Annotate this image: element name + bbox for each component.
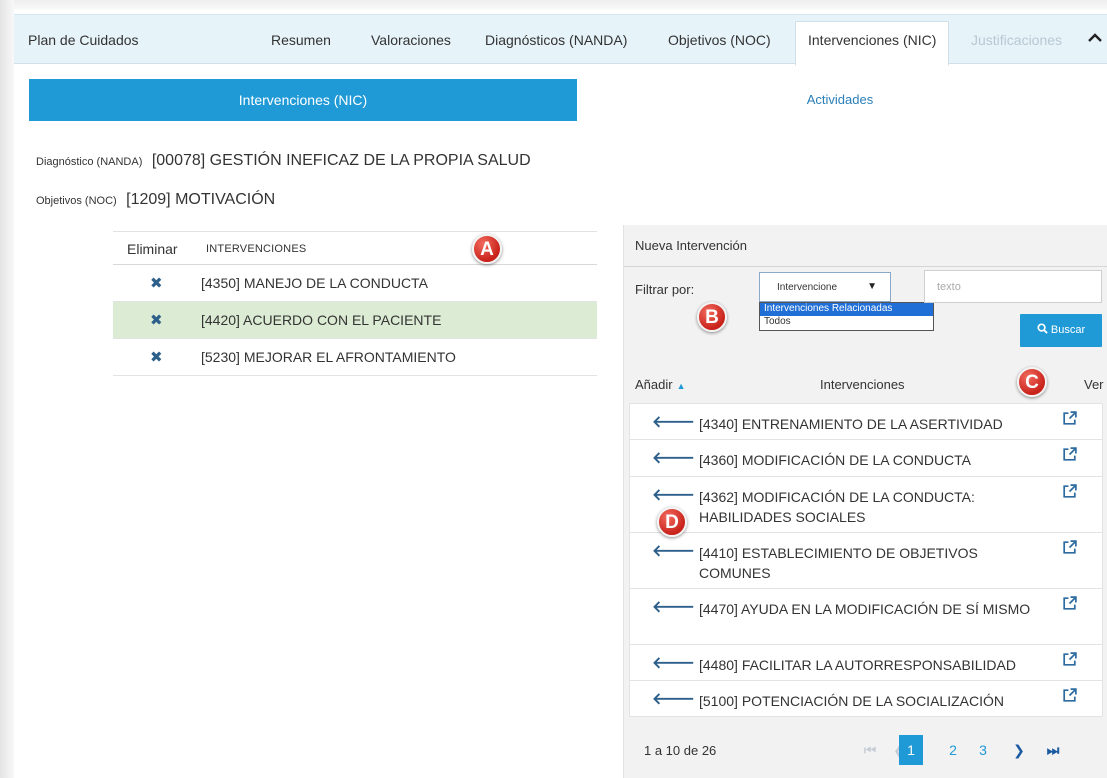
tab-resumen[interactable]: Resumen	[271, 32, 331, 48]
intervention-name: [5100] POTENCIACIÓN DE LA SOCIALIZACIÓN	[699, 693, 1004, 709]
external-link-icon[interactable]	[1061, 410, 1078, 427]
arrow-left-icon[interactable]: 🡐	[652, 600, 695, 616]
diagnosis-label: Diagnóstico (NANDA)	[36, 156, 143, 168]
select-value: Intervencione	[777, 282, 838, 293]
subtab-intervenciones[interactable]: Intervenciones (NIC)	[29, 79, 577, 121]
arrow-left-icon[interactable]: 🡐	[652, 544, 695, 560]
diagnosis-line: Diagnóstico (NANDA) [00078] GESTIÓN INEF…	[36, 152, 531, 170]
external-link-icon[interactable]	[1061, 651, 1078, 668]
times-icon[interactable]: ✖	[150, 274, 163, 292]
caret-down-icon: ▼	[867, 281, 877, 292]
page-1[interactable]: 1	[899, 735, 923, 765]
tab-valoraciones[interactable]: Valoraciones	[371, 32, 451, 48]
divider	[624, 266, 1107, 267]
table-header: Eliminar INTERVENCIONES	[113, 231, 597, 265]
table-row[interactable]: ✖ [4420] ACUERDO CON EL PACIENTE	[113, 302, 597, 339]
intervention-name: [4480] FACILITAR LA AUTORRESPONSABILIDAD	[699, 657, 1016, 673]
arrow-left-icon[interactable]: 🡐	[652, 656, 695, 672]
header-eliminar: Eliminar	[127, 241, 178, 257]
search-button-label: Buscar	[1050, 324, 1086, 336]
filter-label: Filtrar por:	[635, 282, 695, 297]
table-row[interactable]: 🡐 [5100] POTENCIACIÓN DE LA SOCIALIZACIÓ…	[629, 680, 1103, 717]
arrow-left-icon[interactable]: 🡐	[652, 451, 695, 467]
filter-dropdown: Intervenciones Relacionadas Todos	[759, 302, 934, 331]
table-row[interactable]: 🡐 [4410] ESTABLECIMIENTO DE OBJETIVOS CO…	[629, 532, 1103, 589]
annotation-marker-a: A	[472, 234, 502, 264]
tab-justificaciones[interactable]: Justificaciones	[971, 32, 1062, 48]
external-link-icon[interactable]	[1061, 595, 1078, 612]
search-button[interactable]: Buscar	[1020, 314, 1102, 347]
top-shadow	[0, 0, 1107, 10]
tab-intervenciones[interactable]: Intervenciones (NIC)	[795, 21, 950, 66]
care-plan-title: Plan de Cuidados	[28, 32, 139, 48]
subtab-actividades[interactable]: Actividades	[580, 79, 1100, 121]
header-interventions: Intervenciones	[820, 377, 905, 392]
current-interventions-table: Eliminar INTERVENCIONES ✖ [4350] MANEJO …	[113, 231, 597, 376]
tab-diagnosticos[interactable]: Diagnósticos (NANDA)	[485, 32, 627, 48]
table-row[interactable]: 🡐 [4360] MODIFICACIÓN DE LA CONDUCTA	[629, 439, 1103, 477]
last-page-icon[interactable]: ⏭	[1041, 735, 1065, 765]
table-row[interactable]: 🡐 [4480] FACILITAR LA AUTORRESPONSABILID…	[629, 644, 1103, 681]
first-page-icon[interactable]: ⏮	[858, 735, 882, 765]
search-text-input[interactable]: texto	[924, 270, 1102, 303]
sort-asc-icon: ▲	[676, 381, 686, 391]
objective-value: [1209] MOTIVACIÓN	[126, 191, 276, 208]
external-link-icon[interactable]	[1061, 446, 1078, 463]
annotation-marker-c: C	[1017, 367, 1047, 397]
annotation-marker-d: D	[657, 507, 687, 537]
table-row[interactable]: 🡐 [4362] MODIFICACIÓN DE LA CONDUCTA: HA…	[629, 476, 1103, 533]
table-row[interactable]: ✖ [4350] MANEJO DE LA CONDUCTA	[113, 265, 597, 302]
intervention-name: [4350] MANEJO DE LA CONDUCTA	[201, 275, 428, 291]
external-link-icon[interactable]	[1061, 483, 1078, 500]
intervention-name: [5230] MEJORAR EL AFRONTAMIENTO	[201, 349, 456, 365]
intervention-name: [4470] AYUDA EN LA MODIFICACIÓN DE SÍ MI…	[699, 601, 1031, 617]
intervention-name: [4420] ACUERDO CON EL PACIENTE	[201, 312, 442, 328]
times-icon[interactable]: ✖	[150, 311, 163, 329]
annotation-marker-b: B	[697, 302, 727, 332]
page-3[interactable]: 3	[971, 735, 995, 765]
next-page-icon[interactable]: ❯	[1007, 735, 1031, 765]
intervention-name: [4410] ESTABLECIMIENTO DE OBJETIVOS COMU…	[699, 545, 978, 581]
chevron-up-icon[interactable]	[1085, 27, 1105, 47]
option-relacionadas[interactable]: Intervenciones Relacionadas	[760, 303, 933, 316]
table-row[interactable]: ✖ [5230] MEJORAR EL AFRONTAMIENTO	[113, 339, 597, 376]
new-intervention-panel: Nueva Intervención Filtrar por: Interven…	[623, 225, 1107, 778]
objective-label: Objetivos (NOC)	[36, 195, 117, 207]
tab-objetivos[interactable]: Objetivos (NOC)	[668, 32, 771, 48]
tab-bar: Plan de Cuidados Resumen Valoraciones Di…	[14, 14, 1107, 66]
header-add[interactable]: Añadir ▲	[635, 377, 686, 392]
arrow-left-icon[interactable]: 🡐	[652, 415, 695, 431]
arrow-left-icon[interactable]: 🡐	[652, 488, 695, 504]
external-link-icon[interactable]	[1061, 687, 1078, 704]
header-intervenciones: INTERVENCIONES	[206, 243, 307, 255]
intervention-name: [4340] ENTRENAMIENTO DE LA ASERTIVIDAD	[699, 416, 1003, 432]
panel-title: Nueva Intervención	[635, 238, 748, 253]
header-view[interactable]: Ver⇕	[1084, 377, 1107, 392]
search-icon	[1037, 323, 1048, 334]
external-link-icon[interactable]	[1061, 539, 1078, 556]
diagnosis-value: [00078] GESTIÓN INEFICAZ DE LA PROPIA SA…	[151, 152, 531, 169]
objective-line: Objetivos (NOC) [1209] MOTIVACIÓN	[36, 191, 275, 209]
arrow-left-icon[interactable]: 🡐	[652, 692, 695, 708]
page-2[interactable]: 2	[941, 735, 965, 765]
filter-select[interactable]: Intervencione ▼	[759, 272, 891, 302]
intervention-name: [4362] MODIFICACIÓN DE LA CONDUCTA: HABI…	[699, 489, 975, 525]
table-row[interactable]: 🡐 [4340] ENTRENAMIENTO DE LA ASERTIVIDAD	[629, 403, 1103, 440]
times-icon[interactable]: ✖	[150, 348, 163, 366]
left-shadow	[0, 0, 14, 778]
intervention-name: [4360] MODIFICACIÓN DE LA CONDUCTA	[699, 452, 972, 468]
pagination-info: 1 a 10 de 26	[644, 743, 717, 758]
table-row[interactable]: 🡐 [4470] AYUDA EN LA MODIFICACIÓN DE SÍ …	[629, 588, 1103, 645]
option-todos[interactable]: Todos	[760, 316, 933, 329]
